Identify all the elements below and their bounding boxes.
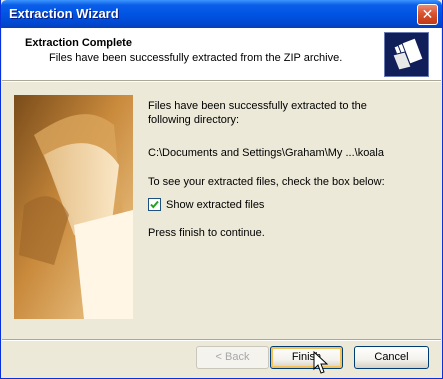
checkmark-icon [150,200,159,209]
checkbox-instruction: To see your extracted files, check the b… [148,176,385,188]
back-button[interactable]: < Back [196,346,269,369]
folders-icon [384,32,429,77]
finish-instruction: Press finish to continue. [148,227,265,239]
wizard-header: Extraction Complete Files have been succ… [2,28,441,80]
wizard-window: Extraction Wizard ✕ Extraction Complete … [0,0,443,379]
extraction-message: Files have been successfully extracted t… [148,100,367,126]
finish-button[interactable]: Finish [270,346,343,369]
window-title: Extraction Wizard [9,6,119,21]
header-divider [2,80,441,82]
show-files-label[interactable]: Show extracted files [166,199,264,211]
cancel-button[interactable]: Cancel [354,346,429,369]
header-title: Extraction Complete [25,37,132,49]
show-files-checkbox[interactable] [148,198,161,211]
extraction-path: C:\Documents and Settings\Graham\My ...\… [148,147,384,159]
close-button[interactable]: ✕ [417,4,438,25]
wizard-side-image [14,95,133,319]
footer-divider [2,339,441,341]
close-icon: ✕ [421,6,434,22]
header-subtitle: Files have been successfully extracted f… [49,52,343,64]
mouse-pointer-icon [313,351,329,374]
title-bar[interactable]: Extraction Wizard ✕ [1,0,442,28]
